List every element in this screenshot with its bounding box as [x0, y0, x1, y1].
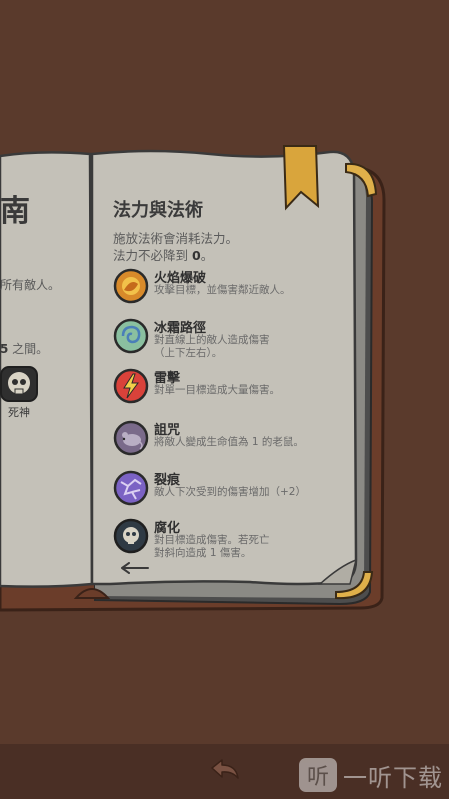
spell-description: 對目標造成傷害。若死亡 對斜向造成 1 傷害。 — [154, 534, 270, 559]
fire-orb-icon — [113, 268, 149, 304]
crack-icon — [113, 470, 149, 506]
spell-description: 對單一目標造成大量傷害。 — [154, 384, 280, 396]
death-skull-icon — [0, 366, 38, 402]
spell-fire-blast: 火焰爆破 攻擊目標，並傷害鄰近敵人。 — [113, 268, 343, 312]
spell-description: 攻擊目標，並傷害鄰近敵人。 — [154, 284, 291, 296]
rat-curse-icon — [113, 420, 149, 456]
spell-description: 將敵人變成生命值為 1 的老鼠。 — [154, 436, 304, 448]
watermark-logo: 听 — [299, 758, 337, 792]
intro-line-2: 法力不必降到 0。 — [113, 248, 214, 263]
spell-frost-path: 冰霜路徑 對直線上的敵人造成傷害 （上下左右）。 — [113, 318, 343, 362]
watermark-text: 一听下载 — [343, 763, 443, 792]
watermark: 听 一听下载 — [299, 758, 443, 792]
spell-description: 對直線上的敵人造成傷害 （上下左右）。 — [154, 334, 270, 359]
spell-decay: 腐化 對目標造成傷害。若死亡 對斜向造成 1 傷害。 — [113, 518, 343, 562]
page-title: 法力與法術 — [113, 200, 203, 221]
spell-curse: 詛咒 將敵人變成生命值為 1 的老鼠。 — [113, 420, 343, 464]
spell-lightning: 雷擊 對單一目標造成大量傷害。 — [113, 368, 343, 412]
lightning-icon — [113, 368, 149, 404]
spell-crack: 裂痕 敵人下次受到的傷害增加（+2） — [113, 470, 343, 514]
left-page-line-2: 5 之間。 — [0, 342, 49, 356]
spell-description: 敵人下次受到的傷害增加（+2） — [154, 486, 306, 498]
death-label: 死神 — [8, 406, 30, 419]
back-arrow-icon[interactable] — [208, 756, 242, 782]
previous-page-arrow-icon[interactable] — [118, 561, 150, 575]
decay-skull-icon — [113, 518, 149, 554]
left-page-line-1: 所有敵人。 — [0, 278, 61, 292]
frost-swirl-icon — [113, 318, 149, 354]
left-page-title: 南 — [0, 194, 30, 229]
